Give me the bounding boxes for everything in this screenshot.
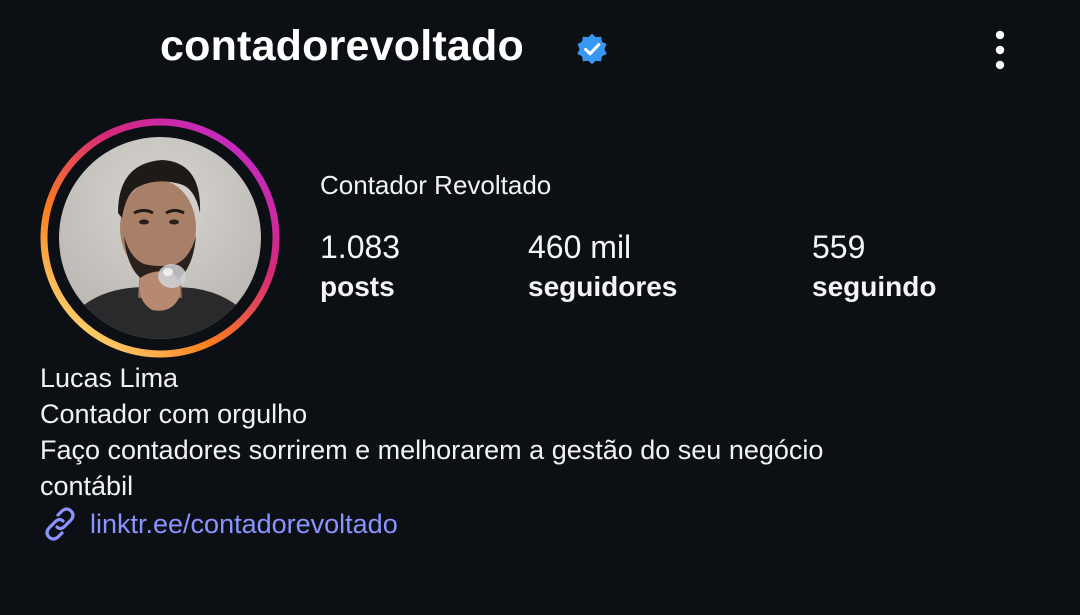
verified-badge-icon [577, 33, 607, 65]
following-label: seguindo [812, 271, 937, 302]
bio-link-text[interactable]: linktr.ee/contadorevoltado [90, 509, 398, 540]
profile-header: contadorevoltado [0, 0, 1080, 100]
following-count: 559 [812, 229, 866, 265]
profile-page: contadorevoltado Contador Revoltado 1.08… [0, 0, 1080, 615]
followers-count: 460 mil [528, 229, 632, 265]
posts-label: posts [320, 271, 395, 302]
display-name: Contador Revoltado [320, 170, 552, 200]
link-icon [45, 507, 75, 541]
posts-count: 1.083 [320, 229, 401, 265]
bio-line: Contador com orgulho [40, 399, 308, 429]
following-stat[interactable]: 559 seguindo [812, 228, 936, 308]
username-title: contadorevoltado [160, 22, 524, 70]
bio-link[interactable]: linktr.ee/contadorevoltado [40, 504, 398, 544]
profile-bio: Lucas Lima Contador com orgulho Faço con… [40, 360, 1040, 504]
followers-stat[interactable]: 460 mil seguidores [528, 228, 677, 308]
profile-avatar[interactable] [40, 118, 280, 358]
more-options-icon[interactable] [984, 28, 1016, 72]
bio-line: Faço contadores sorrirem e melhorarem a … [40, 435, 824, 465]
posts-stat[interactable]: 1.083 posts [320, 228, 400, 308]
bio-name: Lucas Lima [40, 363, 179, 393]
bio-line: contábil [40, 471, 134, 501]
followers-label: seguidores [528, 271, 678, 302]
